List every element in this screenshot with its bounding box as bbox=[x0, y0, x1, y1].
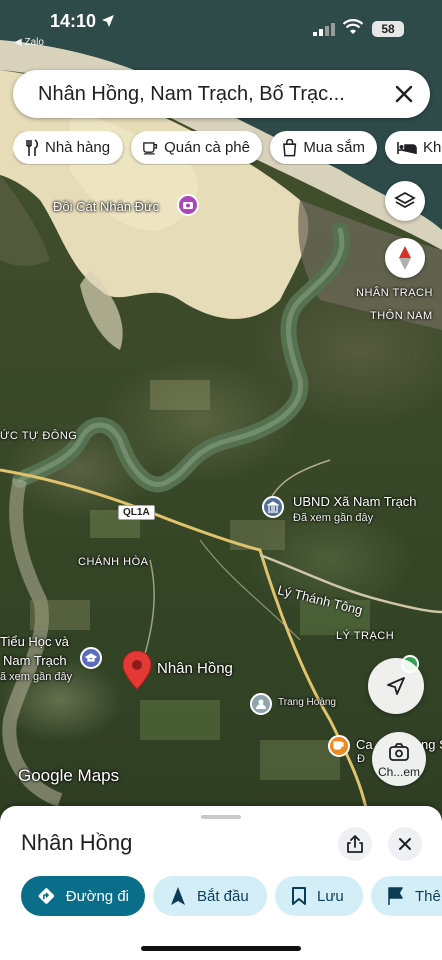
layers-button[interactable] bbox=[385, 181, 425, 221]
map-label-trang-hoang[interactable]: Trang Hoàng bbox=[278, 697, 336, 708]
map-label-ly-trach: LÝ TRẠCH bbox=[336, 630, 395, 642]
map-label-ubnd-sub: Đã xem gần đây bbox=[293, 512, 374, 524]
action-bar: Đường đi Bắt đầu Lưu Thê bbox=[0, 876, 442, 918]
location-pin-icon[interactable] bbox=[122, 650, 152, 690]
wifi-icon bbox=[343, 19, 363, 34]
satellite-map[interactable]: 14:10 ◀ Zalo 58 Nhân Hồng, Nam Trạch, Bố… bbox=[0, 0, 442, 830]
lens-button[interactable]: Ch...em bbox=[372, 732, 426, 786]
map-label-cafe[interactable]: Ca bbox=[356, 737, 373, 752]
navigation-arrow-icon bbox=[387, 677, 405, 695]
map-label-cafe-sub: Đ bbox=[357, 753, 365, 765]
status-time: 14:10 bbox=[50, 11, 97, 31]
navigation-arrow-icon bbox=[171, 887, 185, 905]
map-label-pin[interactable]: Nhân Hồng bbox=[157, 660, 233, 677]
flag-icon bbox=[388, 887, 403, 905]
camera-poi-icon[interactable] bbox=[177, 194, 199, 216]
close-icon[interactable] bbox=[392, 82, 416, 106]
google-maps-logo: Google Maps bbox=[18, 766, 120, 785]
camera-icon bbox=[389, 743, 409, 761]
shopping-bag-icon bbox=[283, 138, 297, 156]
map-label-tu-dong: ỨC TỰ ĐÔNG bbox=[0, 430, 78, 442]
location-arrow-icon bbox=[102, 15, 114, 27]
save-label: Lưu bbox=[317, 887, 344, 905]
share-button[interactable] bbox=[338, 827, 372, 861]
chip-shopping[interactable]: Mua sắm bbox=[270, 131, 377, 164]
government-poi-icon[interactable] bbox=[262, 496, 284, 518]
layers-icon bbox=[394, 191, 416, 209]
map-label-chanh-hoa: CHÁNH HÒA bbox=[78, 556, 149, 568]
chip-label: Nhà hàng bbox=[45, 139, 111, 156]
directions-label: Đường đi bbox=[65, 887, 129, 905]
battery-indicator: 58 bbox=[372, 21, 404, 37]
map-label-ubnd[interactable]: UBND Xã Nam Trạch bbox=[293, 494, 417, 509]
add-label-text: Thê bbox=[415, 887, 441, 905]
user-avatar-icon[interactable] bbox=[250, 693, 272, 715]
utensils-icon bbox=[26, 138, 39, 156]
chip-restaurants[interactable]: Nhà hàng bbox=[13, 131, 123, 164]
directions-icon bbox=[38, 888, 55, 904]
close-sheet-button[interactable] bbox=[388, 827, 422, 861]
map-label-school-2[interactable]: Nam Trạch bbox=[3, 653, 67, 668]
compass-button[interactable] bbox=[385, 238, 425, 278]
chip-hotels[interactable]: Khá bbox=[385, 131, 442, 164]
map-label-dunes[interactable]: Đồi Cát Nhân Đức bbox=[53, 199, 159, 214]
sheet-handle[interactable] bbox=[201, 815, 241, 819]
lens-label: Ch...em bbox=[377, 765, 420, 779]
map-label-nhan-trach: NHÂN TRẠCH bbox=[356, 287, 433, 299]
home-indicator[interactable] bbox=[141, 946, 301, 951]
search-bar[interactable]: Nhân Hồng, Nam Trạch, Bố Trạc... bbox=[13, 70, 430, 118]
road-badge-ql1a: QL1A bbox=[118, 505, 155, 520]
bed-icon bbox=[397, 141, 417, 154]
share-icon bbox=[347, 835, 363, 853]
category-chips: Nhà hàng Quán cà phê Mua sắm Khá bbox=[13, 131, 442, 165]
school-poi-icon[interactable] bbox=[80, 647, 102, 669]
my-location-button[interactable] bbox=[368, 658, 424, 714]
save-button[interactable]: Lưu bbox=[275, 876, 363, 916]
place-title: Nhân Hồng bbox=[21, 830, 133, 855]
map-label-thon-nam: THÔN NAM bbox=[370, 310, 433, 322]
place-sheet: Nhân Hồng Đường đi Bắt đầu Lưu Thê bbox=[0, 806, 442, 960]
chip-label: Khá bbox=[423, 139, 442, 156]
chip-label: Mua sắm bbox=[303, 139, 365, 156]
add-label-button[interactable]: Thê bbox=[371, 876, 442, 916]
search-query[interactable]: Nhân Hồng, Nam Trạch, Bố Trạc... bbox=[38, 83, 345, 106]
close-icon bbox=[399, 838, 411, 850]
map-label-school-sub: ã xem gần đây bbox=[0, 671, 73, 683]
bookmark-icon bbox=[292, 887, 306, 905]
signal-icon bbox=[313, 23, 335, 36]
start-button[interactable]: Bắt đầu bbox=[153, 876, 267, 916]
chip-label: Quán cà phê bbox=[164, 139, 250, 156]
start-label: Bắt đầu bbox=[197, 887, 249, 905]
chip-cafes[interactable]: Quán cà phê bbox=[131, 131, 262, 164]
coffee-icon bbox=[143, 141, 158, 155]
directions-button[interactable]: Đường đi bbox=[21, 876, 145, 916]
back-to-app[interactable]: ◀ Zalo bbox=[14, 37, 44, 48]
status-bar: 14:10 ◀ Zalo 58 bbox=[0, 0, 442, 48]
compass-icon bbox=[399, 246, 411, 270]
map-label-school-1[interactable]: Tiểu Học và bbox=[0, 634, 69, 649]
cafe-poi-icon[interactable] bbox=[328, 735, 350, 757]
